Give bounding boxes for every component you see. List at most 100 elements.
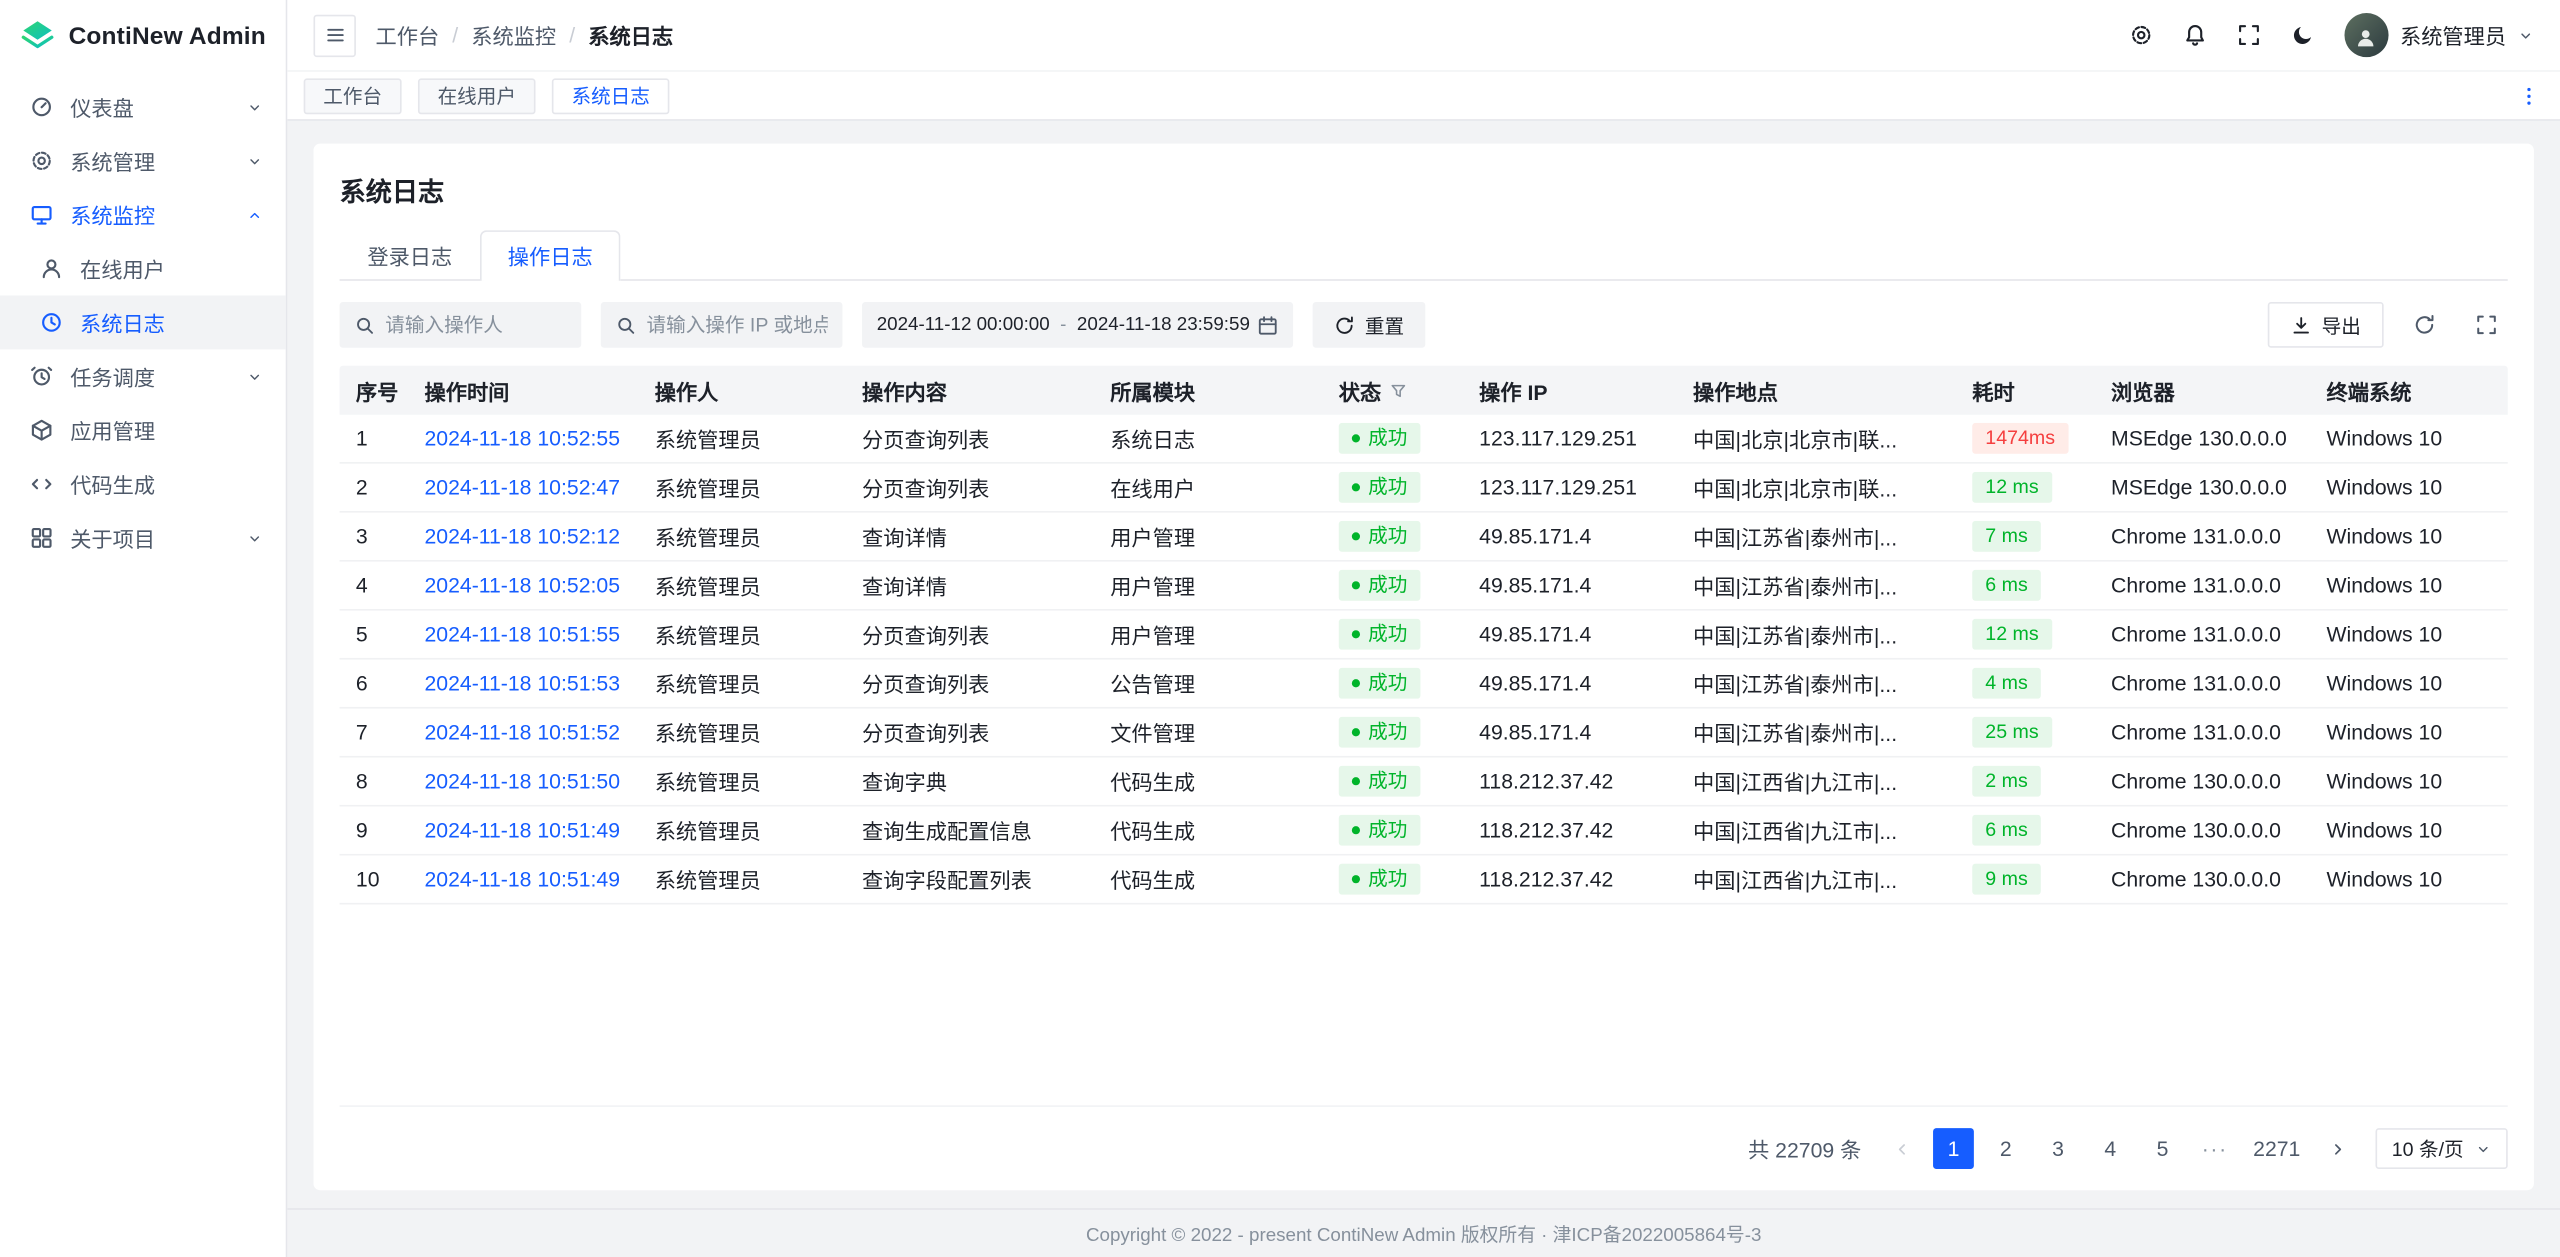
time-link[interactable]: 2024-11-18 10:51:49 [424, 818, 620, 842]
duration-badge: 1474ms [1972, 423, 2068, 453]
more-tabs-icon[interactable] [2514, 84, 2543, 107]
breadcrumb-item[interactable]: 系统监控 [471, 20, 556, 51]
cell-location: 中国|江苏省|泰州市|... [1680, 521, 1959, 552]
sidebar-item-system-monitor[interactable]: 系统监控 [0, 188, 286, 242]
nav-tab-2[interactable]: 系统日志 [552, 78, 670, 114]
operator-search-field[interactable] [340, 302, 582, 348]
time-link[interactable]: 2024-11-18 10:51:53 [424, 671, 620, 695]
sidebar-item-about-project[interactable]: 关于项目 [0, 511, 286, 565]
table-row: 72024-11-18 10:51:52系统管理员分页查询列表文件管理成功49.… [340, 709, 2508, 758]
sidebar-item-task-schedule[interactable]: 任务调度 [0, 349, 286, 403]
cell-ip: 49.85.171.4 [1466, 524, 1680, 548]
cell-browser: Chrome 131.0.0.0 [2098, 720, 2314, 744]
page-button-1[interactable]: 1 [1933, 1128, 1974, 1169]
search-icon [616, 314, 637, 335]
cell-content: 查询生成配置信息 [849, 815, 1097, 846]
time-link[interactable]: 2024-11-18 10:51:52 [424, 720, 620, 744]
fullscreen-icon[interactable] [2237, 23, 2261, 47]
status-badge: 成功 [1339, 815, 1421, 845]
sidebar-item-system-logs[interactable]: 系统日志 [0, 296, 286, 350]
time-link[interactable]: 2024-11-18 10:51:55 [424, 622, 620, 646]
time-link[interactable]: 2024-11-18 10:51:49 [424, 867, 620, 891]
table-row: 32024-11-18 10:52:12系统管理员查询详情用户管理成功49.85… [340, 513, 2508, 562]
refresh-table-button[interactable] [2403, 304, 2445, 346]
cell-module: 在线用户 [1097, 472, 1326, 503]
next-page-button[interactable] [2318, 1128, 2359, 1169]
collapse-sidebar-button[interactable] [313, 14, 355, 56]
cell-ip: 49.85.171.4 [1466, 720, 1680, 744]
sidebar-item-system-management[interactable]: 系统管理 [0, 134, 286, 188]
reset-button[interactable]: 重置 [1313, 302, 1426, 348]
cell-content: 查询详情 [849, 521, 1097, 552]
cell-status: 成功 [1326, 423, 1466, 454]
ip-search-input[interactable] [647, 313, 828, 336]
sidebar-item-label: 代码生成 [70, 469, 263, 500]
calendar-icon [1257, 314, 1278, 335]
duration-badge: 2 ms [1972, 766, 2041, 796]
time-link[interactable]: 2024-11-18 10:52:55 [424, 426, 620, 450]
sidebar-item-code-generation[interactable]: 代码生成 [0, 457, 286, 511]
page-button-4[interactable]: 4 [2090, 1128, 2131, 1169]
filter-icon[interactable] [1389, 381, 1407, 399]
page-button-3[interactable]: 3 [2038, 1128, 2079, 1169]
status-dot [1352, 826, 1360, 834]
cell-module: 代码生成 [1097, 864, 1326, 895]
page-size-select[interactable]: 10 条/页 [2375, 1128, 2507, 1169]
sidebar-item-online-users[interactable]: 在线用户 [0, 242, 286, 296]
user-icon [39, 256, 63, 280]
cell-os: Windows 10 [2313, 818, 2507, 842]
settings-icon[interactable] [2129, 23, 2153, 47]
status-badge: 成功 [1339, 619, 1421, 649]
duration-badge: 12 ms [1972, 472, 2051, 502]
moon-icon[interactable] [2291, 23, 2315, 47]
cell-time: 2024-11-18 10:52:55 [411, 426, 641, 450]
cell-index: 9 [340, 818, 412, 842]
cell-module: 用户管理 [1097, 521, 1326, 552]
clock-icon [29, 364, 53, 388]
nav-tab-0[interactable]: 工作台 [304, 78, 402, 114]
sidebar-item-dashboard[interactable]: 仪表盘 [0, 80, 286, 134]
date-end-value: 2024-11-18 23:59:59 [1077, 315, 1250, 335]
time-link[interactable]: 2024-11-18 10:52:05 [424, 573, 620, 597]
app-title: ContiNew Admin [69, 22, 266, 50]
date-range-picker[interactable]: 2024-11-12 00:00:00 - 2024-11-18 23:59:5… [862, 302, 1293, 348]
cell-os: Windows 10 [2313, 622, 2507, 646]
sidebar-item-label: 应用管理 [70, 415, 263, 446]
sidebar-item-app-management[interactable]: 应用管理 [0, 403, 286, 457]
page-button-5[interactable]: 5 [2142, 1128, 2183, 1169]
column-header[interactable]: 状态 [1326, 375, 1466, 406]
pages-ellipsis[interactable]: ··· [2194, 1128, 2235, 1169]
page-button-2271[interactable]: 2271 [2247, 1128, 2307, 1169]
app-logo[interactable]: ContiNew Admin [0, 0, 286, 72]
cell-status: 成功 [1326, 717, 1466, 748]
breadcrumb-item[interactable]: 工作台 [376, 20, 440, 51]
chevron-down-icon [2475, 1140, 2491, 1156]
dashboard-icon [29, 95, 53, 119]
breadcrumb-separator: / [452, 23, 458, 47]
operator-search-input[interactable] [385, 313, 566, 336]
time-link[interactable]: 2024-11-18 10:52:12 [424, 524, 620, 548]
cell-operator: 系统管理员 [642, 668, 849, 699]
export-label: 导出 [2322, 311, 2361, 339]
cell-operator: 系统管理员 [642, 472, 849, 503]
column-header-label: 耗时 [1972, 375, 2014, 406]
log-tab-0[interactable]: 登录日志 [340, 230, 480, 281]
bell-icon[interactable] [2183, 23, 2207, 47]
export-button[interactable]: 导出 [2268, 302, 2384, 348]
tabbar: 工作台在线用户系统日志 [287, 72, 2560, 121]
log-tab-1[interactable]: 操作日志 [480, 230, 620, 281]
cell-status: 成功 [1326, 472, 1466, 503]
cell-content: 查询字段配置列表 [849, 864, 1097, 895]
cell-ip: 118.212.37.42 [1466, 769, 1680, 793]
ip-search-field[interactable] [601, 302, 843, 348]
prev-page-button[interactable] [1881, 1128, 1922, 1169]
page-button-2[interactable]: 2 [1985, 1128, 2026, 1169]
cell-content: 分页查询列表 [849, 717, 1097, 748]
time-link[interactable]: 2024-11-18 10:52:47 [424, 475, 620, 499]
user-menu[interactable]: 系统管理员 [2344, 13, 2533, 57]
table-row: 82024-11-18 10:51:50系统管理员查询字典代码生成成功118.2… [340, 758, 2508, 807]
table-fullscreen-button[interactable] [2465, 304, 2507, 346]
column-header-label: 操作时间 [424, 375, 509, 406]
nav-tab-1[interactable]: 在线用户 [418, 78, 536, 114]
time-link[interactable]: 2024-11-18 10:51:50 [424, 769, 620, 793]
